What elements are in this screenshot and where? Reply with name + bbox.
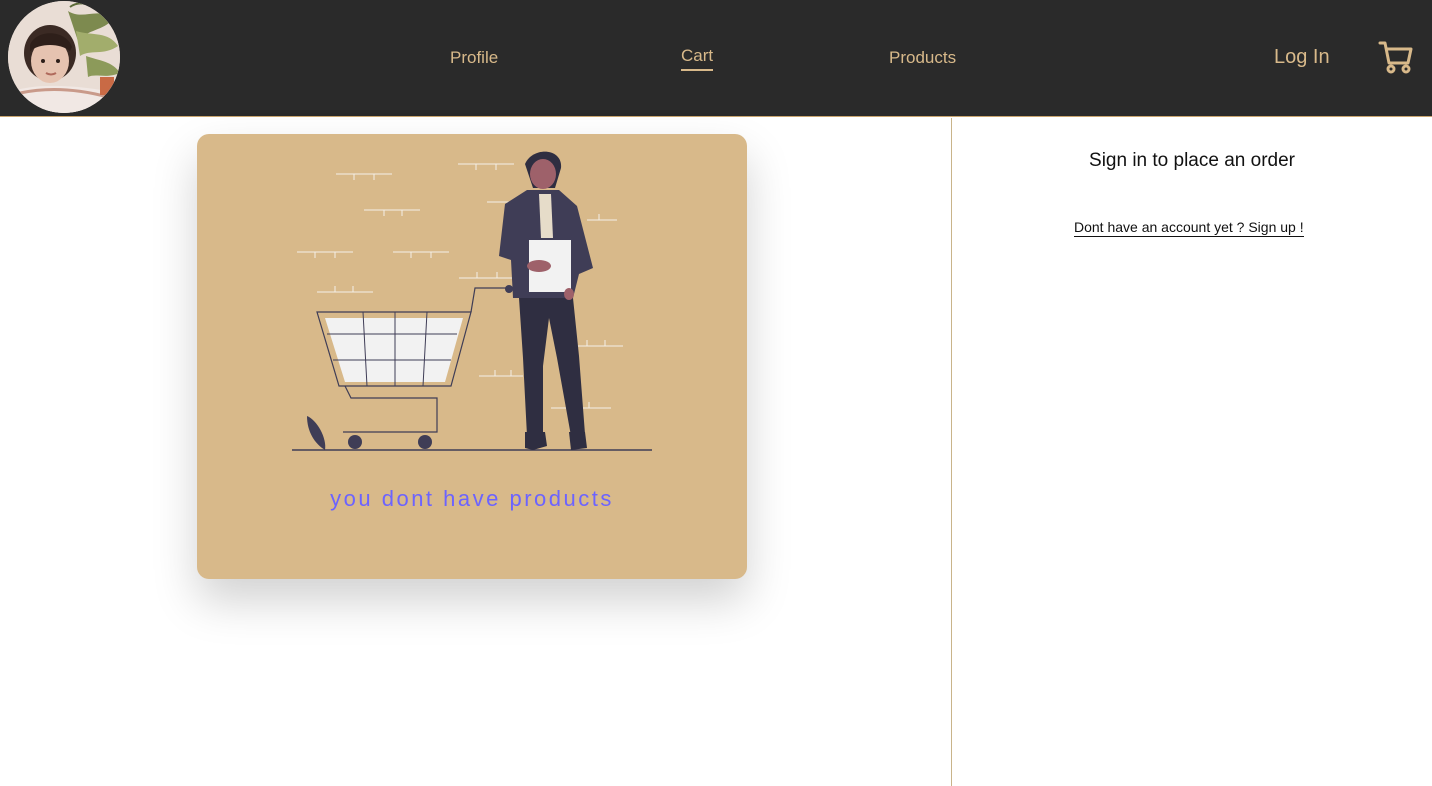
panel-divider <box>951 118 952 786</box>
avatar-image <box>8 1 120 113</box>
empty-cart-message: you dont have products <box>330 486 614 511</box>
empty-cart-card: you dont have products <box>197 134 747 579</box>
login-link[interactable]: Log In <box>1274 44 1330 70</box>
cart-icon-glyph <box>1378 41 1413 74</box>
nav-profile-link[interactable]: Profile <box>450 46 498 70</box>
shopping-cart-illustration <box>292 151 652 451</box>
top-navbar: Profile Cart Products Log In <box>0 0 1432 117</box>
signin-title: Sign in to place an order <box>1089 150 1295 171</box>
nav-products-link[interactable]: Products <box>889 46 956 70</box>
avatar[interactable] <box>8 1 120 113</box>
shopping-cart-icon[interactable] <box>1378 39 1414 75</box>
signup-link[interactable]: Dont have an account yet ? Sign up ! <box>1074 218 1304 237</box>
nav-cart-link[interactable]: Cart <box>681 44 714 71</box>
